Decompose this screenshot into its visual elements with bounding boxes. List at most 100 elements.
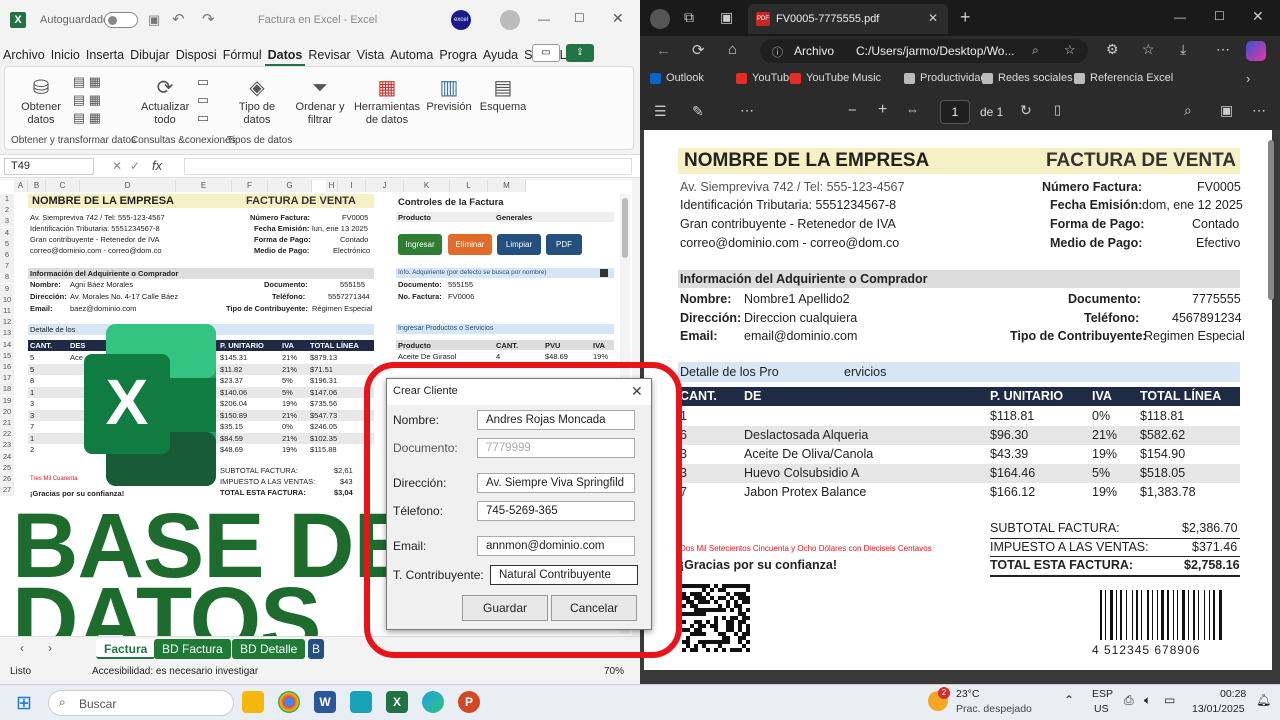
email-input[interactable]: annmon@dominio.com	[477, 536, 635, 556]
tab-actions-icon[interactable]: ▣	[720, 9, 733, 26]
search-pdf-icon[interactable]: ⌕	[1184, 102, 1192, 119]
column-header[interactable]: M	[488, 180, 526, 192]
fx-icon[interactable]: fx	[152, 158, 162, 173]
notepad-icon[interactable]	[350, 691, 372, 713]
tab-disposi[interactable]: Disposi	[173, 44, 220, 66]
row-header[interactable]: 18	[0, 384, 14, 396]
row-header[interactable]: 6	[0, 250, 14, 261]
row-header[interactable]: 26	[0, 474, 14, 485]
row-header[interactable]: 9	[0, 283, 14, 295]
page-number-input[interactable]: 1	[940, 100, 970, 124]
column-header[interactable]: L	[450, 180, 488, 192]
extensions-icon[interactable]: ⚙	[1106, 41, 1119, 58]
volume-icon[interactable]: 🔈︎	[1144, 693, 1151, 708]
home-icon[interactable]: ⌂	[728, 41, 737, 58]
nombre-input[interactable]: Andres Rojas Moncada	[477, 410, 635, 430]
favorite-item[interactable]: Referencia Excel	[1074, 72, 1173, 88]
tab-inserta[interactable]: Inserta	[83, 44, 127, 66]
controls-doc-value[interactable]: 555155	[448, 280, 473, 289]
maximize-icon[interactable]: ☐	[574, 11, 585, 25]
sheet-tab-more[interactable]: B	[308, 639, 325, 659]
minimize-icon[interactable]: —	[538, 12, 550, 26]
row-header[interactable]: 20	[0, 406, 14, 418]
clock-date[interactable]: 13/01/2025	[1192, 703, 1245, 715]
contents-icon[interactable]: ☰	[654, 103, 667, 120]
notifications-icon[interactable]: 🔔︎	[1256, 693, 1271, 707]
row-header[interactable]: 10	[0, 294, 14, 306]
sheet-tab-bd-factura[interactable]: BD Factura	[154, 639, 231, 659]
column-header[interactable]: K	[404, 180, 450, 192]
refresh-icon[interactable]: ⟳	[692, 41, 705, 59]
favorite-star-icon[interactable]: ☆	[1064, 42, 1076, 58]
prevision-button[interactable]: ▥ Previsión	[425, 75, 473, 114]
favorites-icon[interactable]: ☆	[1142, 41, 1155, 58]
row-header[interactable]: 14	[0, 339, 14, 351]
profile-avatar[interactable]	[650, 9, 670, 29]
row-header[interactable]: 3	[0, 216, 14, 228]
edge-close-icon[interactable]: ✕	[1252, 8, 1264, 25]
accessibility-status[interactable]: Accesibilidad: es necesario investigar	[92, 666, 258, 677]
tab-datos[interactable]: Datos	[264, 44, 306, 66]
powerpoint-icon[interactable]: P	[458, 691, 480, 713]
tab-revisar[interactable]: Revisar	[305, 44, 353, 66]
column-header[interactable]: A	[14, 180, 28, 192]
controls-input-pvu[interactable]: $48.69	[545, 352, 568, 361]
row-header[interactable]: 15	[0, 350, 14, 362]
sheet-tab-bd-detalle[interactable]: BD Detalle	[232, 639, 306, 659]
confirm-formula-icon[interactable]: ✓	[130, 159, 140, 173]
save-icon[interactable]: ▣	[148, 12, 160, 28]
tab-dibujar[interactable]: Dibujar	[127, 44, 173, 66]
zoom-level[interactable]: 70%	[604, 666, 624, 677]
workspaces-icon[interactable]: ⧉	[684, 9, 694, 26]
network-icon[interactable]: ⎙	[1124, 693, 1134, 708]
queries-icons[interactable]: ▭ ▭ ▭	[193, 73, 213, 127]
pdf-button[interactable]: PDF	[546, 234, 582, 255]
row-header[interactable]: 4	[0, 227, 14, 239]
actualizar-todo-button[interactable]: ⟳ Actualizar todo	[141, 75, 189, 127]
zoom-page-icon[interactable]: ⌕	[1032, 43, 1039, 58]
column-header[interactable]: J	[366, 180, 404, 192]
row-header[interactable]: 16	[0, 362, 14, 373]
controls-input-product[interactable]: Aceite De Girasol	[398, 352, 456, 361]
favorite-item[interactable]: YouTube	[736, 72, 795, 88]
favorite-item[interactable]: YouTube Music	[790, 72, 881, 88]
cancelar-button[interactable]: Cancelar	[551, 595, 637, 621]
tipo-datos-button[interactable]: ◈ Tipo de datos	[233, 75, 281, 127]
prev-sheet-icon[interactable]: ‹	[20, 641, 24, 655]
column-header[interactable]: B	[28, 180, 46, 192]
rotate-icon[interactable]: ↻	[1020, 102, 1032, 119]
language-primary[interactable]: ESP	[1092, 688, 1113, 700]
row-header[interactable]: 12	[0, 317, 14, 329]
tab-fórmul[interactable]: Fórmul	[220, 44, 265, 66]
zoom-out-icon[interactable]: −	[848, 102, 857, 119]
column-header[interactable]: G	[268, 180, 312, 192]
favorites-more-icon[interactable]: ›	[1246, 71, 1250, 86]
controls-product-value[interactable]: Generales	[496, 213, 532, 222]
clock-time[interactable]: 00:28	[1220, 688, 1246, 700]
controls-input-iva[interactable]: 19%	[593, 352, 608, 361]
tab-ayuda[interactable]: Ayuda	[480, 44, 521, 66]
favorite-item[interactable]: Redes sociales	[982, 72, 1073, 88]
info-checkbox[interactable]	[600, 269, 608, 277]
file-explorer-icon[interactable]	[242, 691, 264, 713]
excel-taskbar-icon[interactable]: X	[386, 691, 408, 713]
comments-icon[interactable]: ▭	[532, 44, 560, 62]
column-header[interactable]: I	[338, 180, 366, 192]
word-icon[interactable]: W	[314, 691, 336, 713]
dialog-close-icon[interactable]: ✕	[631, 383, 643, 400]
pdf-more-icon[interactable]: ⋯	[1252, 102, 1266, 119]
row-header[interactable]: 23	[0, 440, 14, 452]
draw-icon[interactable]: ✎	[692, 103, 704, 120]
save-pdf-icon[interactable]: ▣	[1220, 102, 1233, 119]
guardar-button[interactable]: Guardar	[462, 595, 548, 621]
ordenar-filtrar-button[interactable]: ⏷ Ordenar y filtrar	[293, 75, 347, 127]
pdf-scrollbar[interactable]	[1268, 140, 1274, 300]
menu-icon[interactable]: ⋯	[1216, 41, 1230, 58]
tab-progra[interactable]: Progra	[436, 44, 480, 66]
favorite-item[interactable]: Outlook	[650, 72, 704, 88]
row-header[interactable]: 1	[0, 194, 14, 205]
row-header[interactable]: 5	[0, 238, 14, 250]
fit-page-icon[interactable]: ⇔	[906, 102, 919, 117]
limpiar-button[interactable]: Limpiar	[497, 234, 541, 255]
row-header[interactable]: 17	[0, 373, 14, 385]
